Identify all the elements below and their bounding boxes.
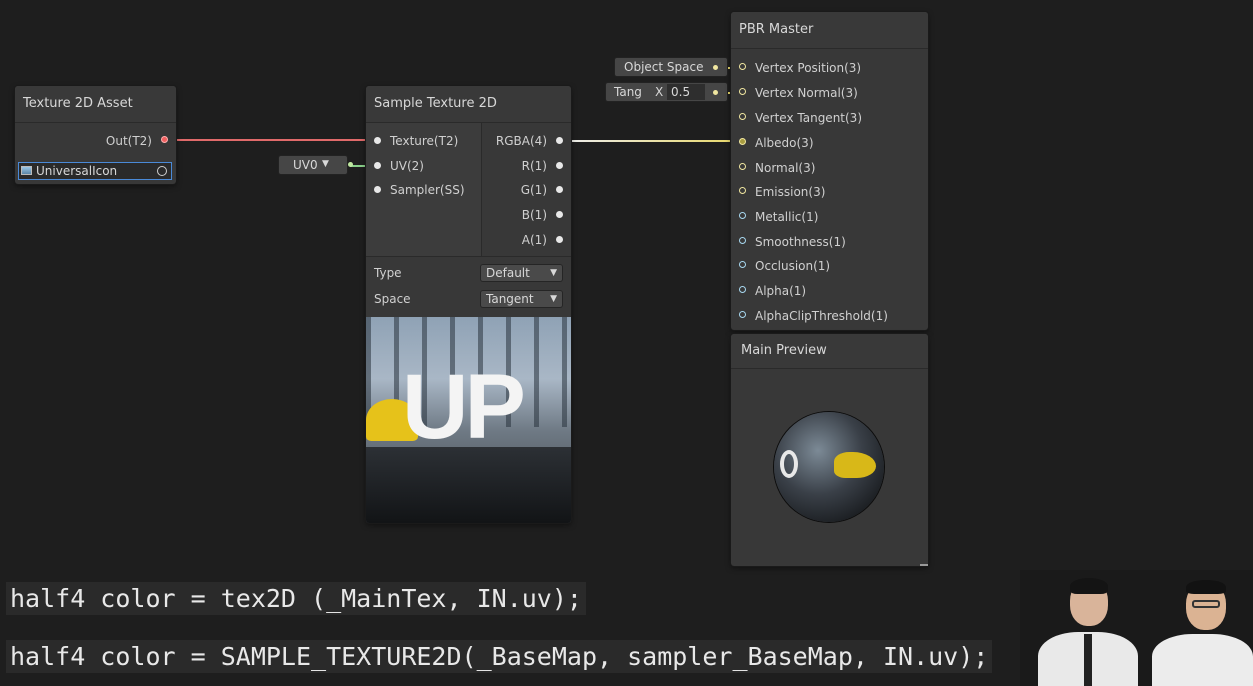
presenter-right-hair — [1186, 580, 1226, 594]
space-label: Space — [374, 292, 411, 306]
uv-input-pill[interactable]: UV0 ▼ — [279, 156, 353, 174]
input-port-occlusion[interactable] — [739, 261, 746, 268]
type-dropdown-value: Default — [486, 266, 530, 280]
input-label-vertex-tangent: Vertex Tangent(3) — [755, 111, 862, 125]
output-label-rgba: RGBA(4) — [495, 134, 547, 148]
preview-sphere[interactable] — [774, 412, 884, 522]
asset-field-value: UniversalIcon — [36, 164, 118, 178]
input-label-sampler: Sampler(SS) — [390, 183, 465, 197]
tangent-port[interactable] — [713, 90, 718, 95]
input-port-emission[interactable] — [739, 187, 746, 194]
input-label-albedo: Albedo(3) — [755, 136, 814, 150]
space-dropdown[interactable]: Tangent ▼ — [481, 291, 562, 307]
output-label-a: A(1) — [521, 233, 547, 247]
texture-preview: UP — [366, 317, 571, 523]
main-preview-title: Main Preview — [731, 334, 928, 369]
texture-wire — [176, 139, 366, 141]
chevron-down-icon: ▼ — [322, 159, 329, 169]
code-line-tex2d: half4 color = tex2D (_MainTex, IN.uv); — [6, 582, 586, 615]
input-label-texture: Texture(T2) — [390, 134, 459, 148]
input-label-occlusion: Occlusion(1) — [755, 259, 831, 273]
output-port-r[interactable] — [556, 162, 563, 169]
presenter-left-hair — [1070, 578, 1108, 594]
type-label: Type — [374, 266, 402, 280]
tangent-label: Tang — [614, 85, 642, 99]
output-label-b: B(1) — [521, 208, 547, 222]
texture-2d-asset-node[interactable]: Texture 2D Asset Out(T2) UniversalIcon — [15, 86, 176, 184]
tangent-x-field[interactable]: 0.5 — [667, 84, 705, 100]
uv-output-port[interactable] — [348, 162, 353, 167]
presenter-video — [1020, 570, 1253, 686]
tangent-pill[interactable]: Tang X 0.5 — [606, 83, 727, 101]
sample-texture-2d-node[interactable]: Sample Texture 2D Texture(T2) UV(2) Samp… — [366, 86, 571, 523]
preview-dark-floor — [366, 447, 571, 523]
rgba-albedo-wire — [566, 140, 736, 142]
type-dropdown[interactable]: Default ▼ — [481, 265, 562, 281]
sphere-yellow-patch — [834, 452, 876, 478]
object-picker-icon[interactable] — [157, 166, 167, 176]
glasses-icon — [1192, 600, 1220, 608]
object-space-pill[interactable]: Object Space — [615, 58, 727, 76]
texture-icon — [21, 166, 32, 175]
input-port-texture[interactable] — [374, 137, 381, 144]
out-port-label: Out(T2) — [105, 134, 152, 148]
input-label-vertex-normal: Vertex Normal(3) — [755, 86, 858, 100]
object-space-port[interactable] — [713, 65, 718, 70]
input-port-normal[interactable] — [739, 163, 746, 170]
input-port-metallic[interactable] — [739, 212, 746, 219]
output-port-g[interactable] — [556, 186, 563, 193]
input-label-alpha-clip-threshold: AlphaClipThreshold(1) — [755, 309, 888, 323]
input-label-alpha: Alpha(1) — [755, 284, 807, 298]
code-line-sample-texture2d: half4 color = SAMPLE_TEXTURE2D(_BaseMap,… — [6, 640, 993, 673]
output-port-a[interactable] — [556, 236, 563, 243]
out-port[interactable] — [161, 136, 168, 143]
tangent-x-label: X — [655, 85, 664, 99]
sphere-white-glyph — [780, 450, 798, 478]
pbr-input-list: Vertex Position(3) Vertex Normal(3) Vert… — [731, 49, 928, 330]
input-port-vertex-tangent[interactable] — [739, 113, 746, 120]
object-space-label: Object Space — [624, 60, 704, 74]
input-port-alpha-clip-threshold[interactable] — [739, 311, 746, 318]
input-port-albedo[interactable] — [739, 138, 746, 145]
output-label-r: R(1) — [521, 159, 547, 173]
presenter-right — [1148, 580, 1253, 686]
chevron-down-icon: ▼ — [550, 268, 557, 278]
asset-field[interactable]: UniversalIcon — [18, 162, 172, 180]
presenter-left — [1038, 578, 1138, 686]
pbr-master-node[interactable]: PBR Master Vertex Position(3) Vertex Nor… — [731, 12, 928, 330]
presenter-left-tie — [1084, 634, 1092, 686]
output-label-g: G(1) — [520, 183, 547, 197]
node-title: Texture 2D Asset — [15, 86, 176, 123]
chevron-down-icon: ▼ — [550, 294, 557, 304]
output-port-b[interactable] — [556, 211, 563, 218]
settings-divider — [366, 256, 571, 257]
input-label-uv: UV(2) — [390, 159, 424, 173]
input-port-sampler[interactable] — [374, 186, 381, 193]
space-dropdown-value: Tangent — [486, 292, 534, 306]
input-port-vertex-normal[interactable] — [739, 88, 746, 95]
input-port-alpha[interactable] — [739, 286, 746, 293]
output-port-rgba[interactable] — [556, 137, 563, 144]
input-label-vertex-position: Vertex Position(3) — [755, 61, 862, 75]
main-preview-panel[interactable]: Main Preview — [731, 334, 928, 566]
node-title: PBR Master — [731, 12, 928, 49]
resize-handle[interactable] — [920, 564, 928, 566]
input-port-vertex-position[interactable] — [739, 63, 746, 70]
input-label-smoothness: Smoothness(1) — [755, 235, 846, 249]
input-ports: Texture(T2) UV(2) Sampler(SS) — [366, 123, 481, 256]
uv-dropdown-label[interactable]: UV0 — [293, 158, 318, 172]
input-port-uv[interactable] — [374, 162, 381, 169]
input-port-smoothness[interactable] — [739, 237, 746, 244]
input-label-normal: Normal(3) — [755, 161, 816, 175]
input-label-metallic: Metallic(1) — [755, 210, 819, 224]
preview-text: UP — [402, 356, 526, 458]
input-label-emission: Emission(3) — [755, 185, 826, 199]
presenter-right-shirt — [1152, 634, 1253, 686]
node-title: Sample Texture 2D — [366, 86, 571, 123]
output-ports: RGBA(4) R(1) G(1) B(1) A(1) — [482, 123, 571, 256]
